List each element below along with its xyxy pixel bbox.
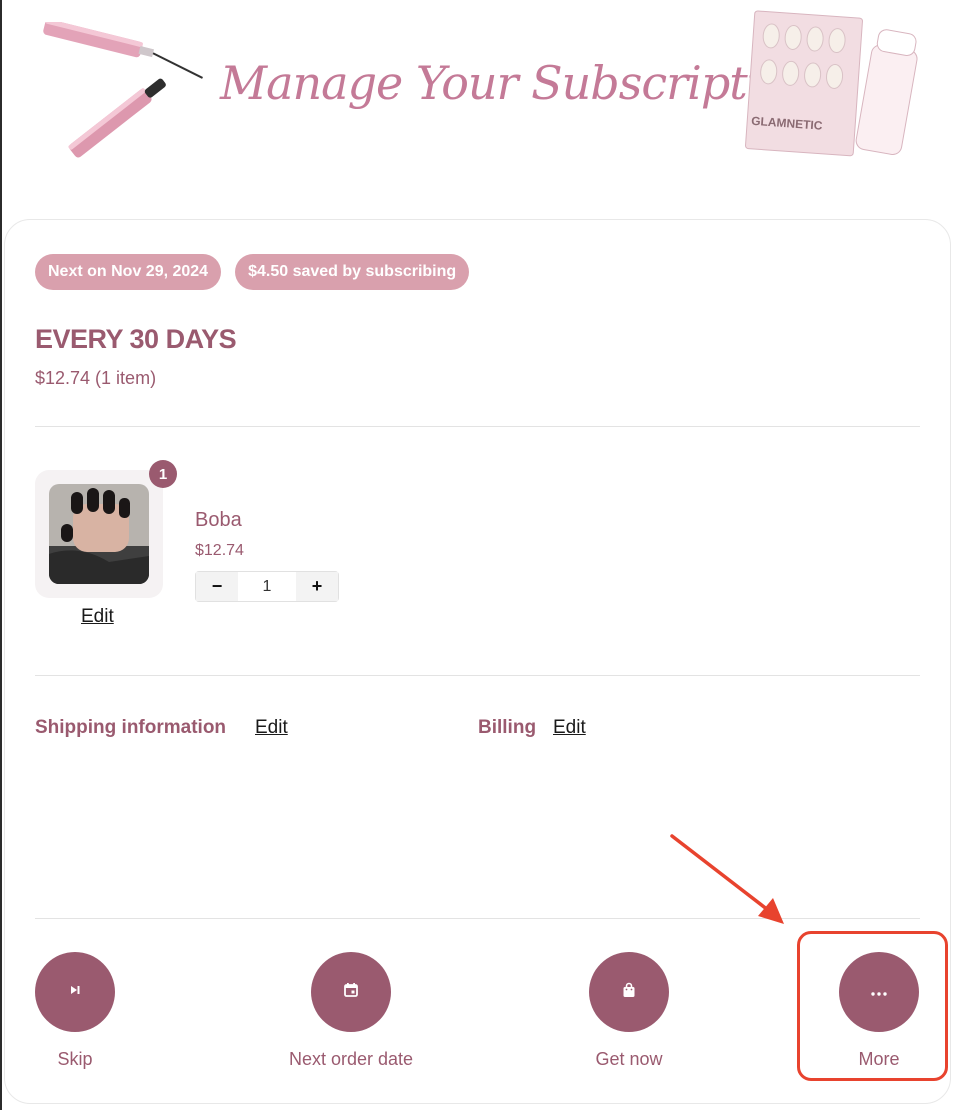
- quantity-stepper: − 1 +: [195, 571, 339, 602]
- product-thumbnail-frame: [35, 470, 163, 598]
- annotation-arrow: [670, 834, 784, 924]
- get-now-label: Get now: [595, 1049, 663, 1069]
- edit-product-link[interactable]: Edit: [81, 606, 114, 628]
- decrement-button[interactable]: −: [196, 572, 238, 601]
- badge-row: Next on Nov 29, 2024 $4.50 saved by subs…: [35, 254, 470, 290]
- next-order-date-action[interactable]: Next order date: [271, 952, 431, 1070]
- divider: [35, 426, 920, 427]
- increment-button[interactable]: +: [296, 572, 338, 601]
- product-name: Boba: [195, 509, 242, 531]
- product-price: $12.74: [195, 542, 244, 559]
- calendar-icon: [343, 982, 359, 1003]
- get-now-action[interactable]: Get now: [549, 952, 709, 1070]
- divider: [35, 675, 920, 676]
- next-order-date-label: Next order date: [288, 1049, 414, 1069]
- next-order-date-button[interactable]: [311, 952, 391, 1032]
- subscription-card: Next on Nov 29, 2024 $4.50 saved by subs…: [4, 219, 951, 1104]
- shopping-bag-icon: [622, 982, 636, 1003]
- skip-label: Skip: [57, 1049, 93, 1069]
- skip-button[interactable]: [35, 952, 115, 1032]
- shipping-label: Shipping information: [35, 717, 227, 738]
- billing-label: Billing: [478, 717, 537, 738]
- banner: Manage Your Subscriptions GLAMNETIC: [2, 0, 954, 200]
- subscription-total: $12.74 (1 item): [35, 368, 157, 388]
- eyeliner-illustration: [43, 22, 203, 158]
- get-now-button[interactable]: [589, 952, 669, 1032]
- annotation-highlight-box: [797, 931, 948, 1081]
- item-count-badge: 1: [149, 460, 177, 488]
- nail-kit-illustration: GLAMNETIC: [745, 10, 918, 157]
- edit-billing-link[interactable]: Edit: [553, 717, 586, 739]
- product-image: [49, 484, 149, 584]
- next-order-badge: Next on Nov 29, 2024: [35, 254, 222, 290]
- savings-badge: $4.50 saved by subscribing: [235, 254, 470, 290]
- skip-action[interactable]: Skip: [0, 952, 155, 1070]
- frequency-heading: EVERY 30 DAYS: [35, 324, 237, 354]
- skip-icon: [68, 983, 82, 1002]
- edit-shipping-link[interactable]: Edit: [255, 717, 288, 739]
- quantity-value[interactable]: 1: [238, 578, 296, 596]
